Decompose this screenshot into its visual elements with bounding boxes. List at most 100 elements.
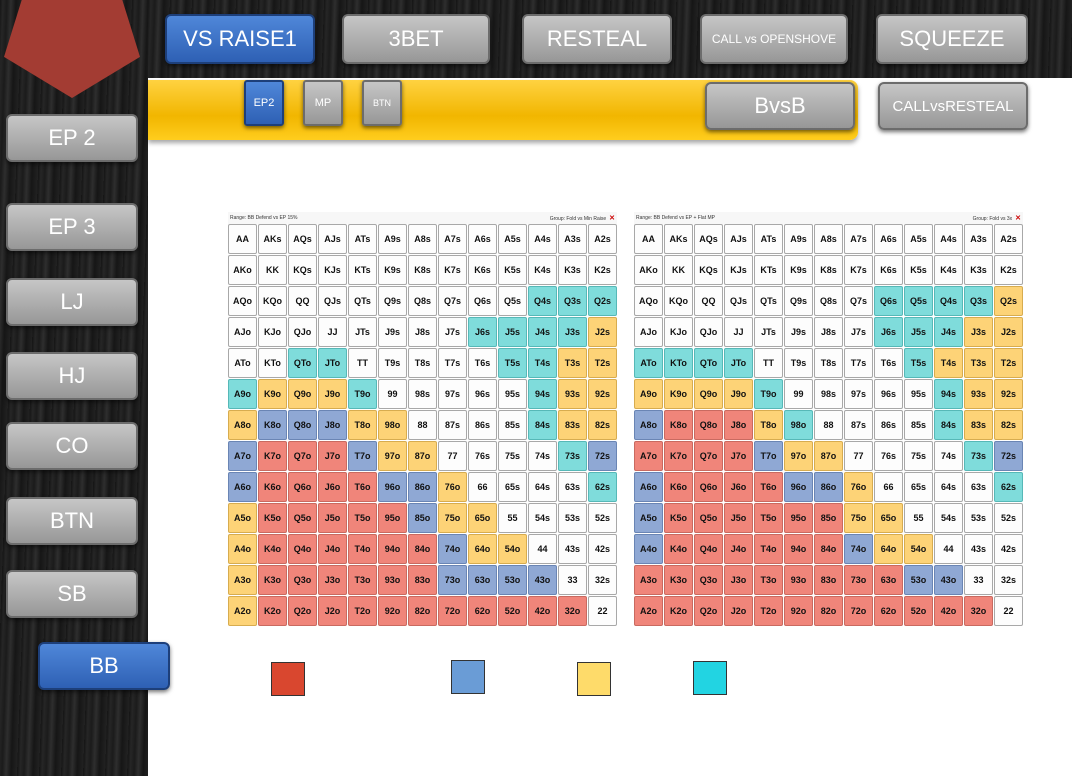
hand-cell[interactable]: 84s (934, 410, 963, 440)
hand-cell[interactable]: KJs (318, 255, 347, 285)
hand-cell[interactable]: J7s (438, 317, 467, 347)
hand-cell[interactable]: A3o (634, 565, 663, 595)
hand-cell[interactable]: 62o (468, 596, 497, 626)
hand-cell[interactable]: 44 (934, 534, 963, 564)
hand-cell[interactable]: K4o (258, 534, 287, 564)
hand-cell[interactable]: A6s (468, 224, 497, 254)
hand-cell[interactable]: Q2s (588, 286, 617, 316)
hand-cell[interactable]: T8s (408, 348, 437, 378)
hand-cell[interactable]: KTo (664, 348, 693, 378)
hand-cell[interactable]: K3o (258, 565, 287, 595)
hand-cell[interactable]: 98s (814, 379, 843, 409)
hand-cell[interactable]: K5s (498, 255, 527, 285)
hand-cell[interactable]: KJs (724, 255, 753, 285)
hand-cell[interactable]: 96s (874, 379, 903, 409)
hand-cell[interactable]: 65s (904, 472, 933, 502)
hand-cell[interactable]: A9o (228, 379, 257, 409)
hand-cell[interactable]: T5s (498, 348, 527, 378)
hand-cell[interactable]: T4s (528, 348, 557, 378)
hand-cell[interactable]: Q9s (784, 286, 813, 316)
hand-cell[interactable]: 95s (904, 379, 933, 409)
hand-cell[interactable]: T6s (874, 348, 903, 378)
call-vs-resteal-button[interactable]: CALLvsRESTEAL (878, 82, 1028, 130)
hand-cell[interactable]: 95o (378, 503, 407, 533)
hand-cell[interactable]: Q3o (694, 565, 723, 595)
hand-cell[interactable]: QTo (694, 348, 723, 378)
sidebar-item-btn[interactable]: BTN (6, 497, 138, 545)
hand-cell[interactable]: AJo (634, 317, 663, 347)
hand-cell[interactable]: 73o (438, 565, 467, 595)
hand-cell[interactable]: KQo (664, 286, 693, 316)
hand-cell[interactable]: 66 (468, 472, 497, 502)
hand-cell[interactable]: T4o (754, 534, 783, 564)
hand-cell[interactable]: J6o (724, 472, 753, 502)
hand-cell[interactable]: AQs (288, 224, 317, 254)
hand-cell[interactable]: KJo (258, 317, 287, 347)
hand-cell[interactable]: J2o (318, 596, 347, 626)
hand-cell[interactable]: A2s (994, 224, 1023, 254)
hand-cell[interactable]: K5o (258, 503, 287, 533)
hand-cell[interactable]: 87s (844, 410, 873, 440)
hand-cell[interactable]: K8o (258, 410, 287, 440)
hand-cell[interactable]: 86o (814, 472, 843, 502)
hand-cell[interactable]: J7s (844, 317, 873, 347)
hand-cell[interactable]: 75s (904, 441, 933, 471)
hand-cell[interactable]: A5s (904, 224, 933, 254)
hand-cell[interactable]: 83s (558, 410, 587, 440)
hand-cell[interactable]: T7o (754, 441, 783, 471)
hand-cell[interactable]: 62s (588, 472, 617, 502)
hand-cell[interactable]: J4s (934, 317, 963, 347)
hand-cell[interactable]: J6s (874, 317, 903, 347)
hand-cell[interactable]: 83s (964, 410, 993, 440)
hand-cell[interactable]: JJ (318, 317, 347, 347)
hand-cell[interactable]: 65o (468, 503, 497, 533)
hand-cell[interactable]: 76s (468, 441, 497, 471)
hand-cell[interactable]: Q6s (874, 286, 903, 316)
hand-cell[interactable]: T3o (348, 565, 377, 595)
hand-cell[interactable]: KQs (288, 255, 317, 285)
hand-cell[interactable]: Q6s (468, 286, 497, 316)
hand-cell[interactable]: 82s (588, 410, 617, 440)
hand-cell[interactable]: A4s (528, 224, 557, 254)
hand-cell[interactable]: 43o (528, 565, 557, 595)
hand-cell[interactable]: JTs (754, 317, 783, 347)
sidebar-item-ep3[interactable]: EP 3 (6, 203, 138, 251)
hand-cell[interactable]: Q9o (288, 379, 317, 409)
hand-cell[interactable]: A5o (634, 503, 663, 533)
hand-cell[interactable]: J9s (784, 317, 813, 347)
hand-cell[interactable]: 33 (558, 565, 587, 595)
hand-cell[interactable]: J3o (318, 565, 347, 595)
hand-cell[interactable]: A4o (634, 534, 663, 564)
hand-cell[interactable]: 66 (874, 472, 903, 502)
hand-cell[interactable]: 54o (904, 534, 933, 564)
hand-cell[interactable]: K5s (904, 255, 933, 285)
hand-cell[interactable]: J4o (724, 534, 753, 564)
hand-cell[interactable]: T8o (754, 410, 783, 440)
hand-cell[interactable]: A6o (634, 472, 663, 502)
hand-cell[interactable]: 87s (438, 410, 467, 440)
hand-cell[interactable]: A3s (964, 224, 993, 254)
hand-cell[interactable]: Q4s (934, 286, 963, 316)
hand-cell[interactable]: 62o (874, 596, 903, 626)
hand-cell[interactable]: 87o (814, 441, 843, 471)
hand-cell[interactable]: J5s (904, 317, 933, 347)
hand-cell[interactable]: J9s (378, 317, 407, 347)
hand-cell[interactable]: QJo (288, 317, 317, 347)
hand-cell[interactable]: Q9o (694, 379, 723, 409)
tab-3bet[interactable]: 3BET (342, 14, 490, 64)
hand-cell[interactable]: K6o (664, 472, 693, 502)
hand-cell[interactable]: 52s (994, 503, 1023, 533)
hand-cell[interactable]: 72o (438, 596, 467, 626)
hand-cell[interactable]: J7o (724, 441, 753, 471)
hand-cell[interactable]: K5o (664, 503, 693, 533)
hand-cell[interactable]: 76o (844, 472, 873, 502)
hand-cell[interactable]: T4s (934, 348, 963, 378)
hand-cell[interactable]: 54o (498, 534, 527, 564)
hand-cell[interactable]: A7s (438, 224, 467, 254)
hand-cell[interactable]: KJo (664, 317, 693, 347)
hand-cell[interactable]: 93o (784, 565, 813, 595)
hand-cell[interactable]: 65o (874, 503, 903, 533)
hand-cell[interactable]: K4s (528, 255, 557, 285)
hand-cell[interactable]: JTs (348, 317, 377, 347)
hand-cell[interactable]: AA (228, 224, 257, 254)
